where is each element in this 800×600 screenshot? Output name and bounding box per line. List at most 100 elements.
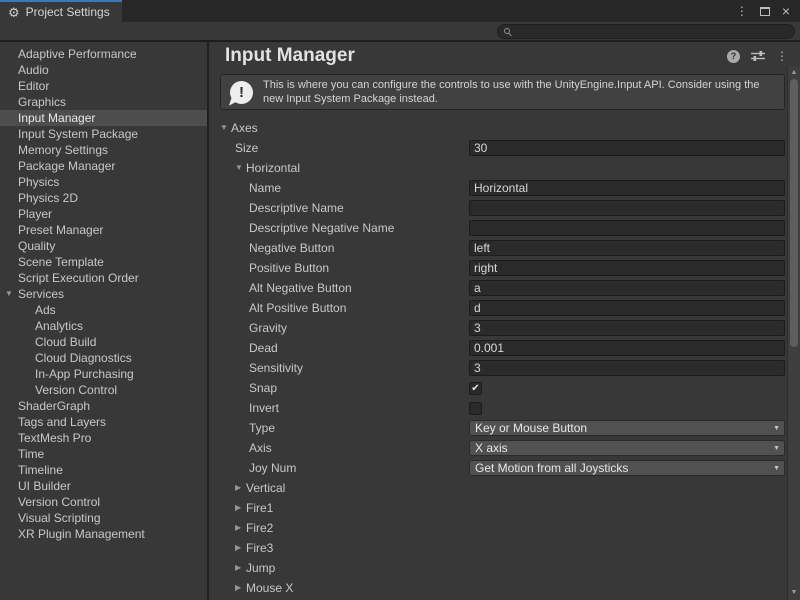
property-value xyxy=(469,300,785,316)
gravity-field[interactable] xyxy=(469,320,785,336)
sidebar-item-time[interactable]: Time xyxy=(0,446,207,462)
foldout-closed-icon[interactable]: ▶ xyxy=(235,524,246,532)
vertical-scrollbar[interactable]: ▲ ▼ xyxy=(787,66,800,600)
sidebar-item-graphics[interactable]: Graphics xyxy=(0,94,207,110)
sidebar-item-input-manager[interactable]: Input Manager xyxy=(0,110,207,126)
property-label: Dead xyxy=(249,341,469,355)
sidebar-item-label: Script Execution Order xyxy=(18,271,139,285)
size-field[interactable] xyxy=(469,140,785,156)
sidebar-item-adaptive-performance[interactable]: Adaptive Performance xyxy=(0,46,207,62)
positive-button-field[interactable] xyxy=(469,260,785,276)
foldout-closed-icon[interactable]: ▶ xyxy=(235,564,246,572)
window-controls: ⋮ × xyxy=(736,0,800,22)
scroll-up-icon[interactable]: ▲ xyxy=(788,67,800,79)
sidebar-item-visual-scripting[interactable]: Visual Scripting xyxy=(0,510,207,526)
axis-dropdown[interactable]: X axis▼ xyxy=(469,440,785,456)
sidebar-item-shadergraph[interactable]: ShaderGraph xyxy=(0,398,207,414)
sidebar-item-ui-builder[interactable]: UI Builder xyxy=(0,478,207,494)
sidebar-item-player[interactable]: Player xyxy=(0,206,207,222)
type-dropdown[interactable]: Key or Mouse Button▼ xyxy=(469,420,785,436)
sidebar-item-version-control[interactable]: Version Control xyxy=(0,494,207,510)
property-value: Get Motion from all Joysticks▼ xyxy=(469,460,785,476)
close-icon[interactable]: × xyxy=(782,4,790,18)
property-value: X axis▼ xyxy=(469,440,785,456)
foldout-open-icon[interactable]: ▼ xyxy=(5,286,13,302)
search-box[interactable] xyxy=(497,24,795,39)
foldout-open-icon[interactable]: ▼ xyxy=(220,124,231,132)
sidebar-item-cloud-diagnostics[interactable]: Cloud Diagnostics xyxy=(0,350,207,366)
property-label: Fire3 xyxy=(246,541,785,555)
property-value xyxy=(469,200,785,216)
property-label: Axis xyxy=(249,441,469,455)
property-row-alt-positive-button: Alt Positive Button xyxy=(209,298,787,318)
search-input[interactable] xyxy=(514,25,788,38)
sidebar-item-memory-settings[interactable]: Memory Settings xyxy=(0,142,207,158)
property-row-vertical[interactable]: ▶Vertical xyxy=(209,478,787,498)
sidebar-item-label: TextMesh Pro xyxy=(18,431,91,445)
sidebar-item-label: Scene Template xyxy=(18,255,104,269)
property-row-fire3[interactable]: ▶Fire3 xyxy=(209,538,787,558)
help-icon[interactable]: ? xyxy=(727,50,740,63)
alt-negative-button-field[interactable] xyxy=(469,280,785,296)
sidebar-item-physics-2d[interactable]: Physics 2D xyxy=(0,190,207,206)
tab-project-settings[interactable]: ⚙ Project Settings xyxy=(0,0,122,22)
property-row-fire2[interactable]: ▶Fire2 xyxy=(209,518,787,538)
property-label: Fire1 xyxy=(246,501,785,515)
panel-menu-icon[interactable]: ⋮ xyxy=(776,49,788,63)
sidebar-item-label: ShaderGraph xyxy=(18,399,90,413)
scrollbar-thumb[interactable] xyxy=(790,79,798,347)
settings-toolbar xyxy=(0,22,800,42)
property-row-axes[interactable]: ▼Axes xyxy=(209,118,787,138)
foldout-closed-icon[interactable]: ▶ xyxy=(235,544,246,552)
invert-checkbox[interactable] xyxy=(469,402,482,415)
sidebar-item-package-manager[interactable]: Package Manager xyxy=(0,158,207,174)
snap-checkbox[interactable]: ✔ xyxy=(469,382,482,395)
scroll-down-icon[interactable]: ▼ xyxy=(788,587,800,599)
project-settings-window: ⚙ Project Settings ⋮ × Adaptive Performa… xyxy=(0,0,800,600)
sidebar-item-editor[interactable]: Editor xyxy=(0,78,207,94)
window-menu-icon[interactable]: ⋮ xyxy=(736,5,748,17)
property-value xyxy=(469,360,785,376)
property-row-mouse-x[interactable]: ▶Mouse X xyxy=(209,578,787,598)
sidebar-item-services[interactable]: ▼ Services xyxy=(0,286,207,302)
maximize-icon[interactable] xyxy=(760,7,770,16)
sidebar-item-timeline[interactable]: Timeline xyxy=(0,462,207,478)
property-value xyxy=(469,180,785,196)
presets-icon[interactable] xyxy=(751,50,765,62)
name-field[interactable] xyxy=(469,180,785,196)
sidebar-item-quality[interactable]: Quality xyxy=(0,238,207,254)
sensitivity-field[interactable] xyxy=(469,360,785,376)
property-label: Descriptive Name xyxy=(249,201,469,215)
sidebar-item-textmesh-pro[interactable]: TextMesh Pro xyxy=(0,430,207,446)
sidebar-item-version-control[interactable]: Version Control xyxy=(0,382,207,398)
sidebar-item-in-app-purchasing[interactable]: In-App Purchasing xyxy=(0,366,207,382)
foldout-open-icon[interactable]: ▼ xyxy=(235,164,246,172)
sidebar-item-audio[interactable]: Audio xyxy=(0,62,207,78)
foldout-closed-icon[interactable]: ▶ xyxy=(235,584,246,592)
foldout-closed-icon[interactable]: ▶ xyxy=(235,504,246,512)
sidebar-item-xr-plugin-management[interactable]: XR Plugin Management xyxy=(0,526,207,542)
sidebar-item-scene-template[interactable]: Scene Template xyxy=(0,254,207,270)
sidebar-item-preset-manager[interactable]: Preset Manager xyxy=(0,222,207,238)
sidebar-item-tags-and-layers[interactable]: Tags and Layers xyxy=(0,414,207,430)
negative-button-field[interactable] xyxy=(469,240,785,256)
sidebar-item-analytics[interactable]: Analytics xyxy=(0,318,207,334)
property-row-fire1[interactable]: ▶Fire1 xyxy=(209,498,787,518)
sidebar-item-cloud-build[interactable]: Cloud Build xyxy=(0,334,207,350)
foldout-closed-icon[interactable]: ▶ xyxy=(235,484,246,492)
alt-positive-button-field[interactable] xyxy=(469,300,785,316)
dead-field[interactable] xyxy=(469,340,785,356)
sidebar-item-label: Tags and Layers xyxy=(18,415,106,429)
sidebar-item-physics[interactable]: Physics xyxy=(0,174,207,190)
descriptive-negative-name-field[interactable] xyxy=(469,220,785,236)
descriptive-name-field[interactable] xyxy=(469,200,785,216)
sidebar-item-ads[interactable]: Ads xyxy=(0,302,207,318)
property-row-jump[interactable]: ▶Jump xyxy=(209,558,787,578)
property-row-descriptive-name: Descriptive Name xyxy=(209,198,787,218)
sidebar-item-label: Services xyxy=(18,287,64,301)
property-row-gravity: Gravity xyxy=(209,318,787,338)
joy-num-dropdown[interactable]: Get Motion from all Joysticks▼ xyxy=(469,460,785,476)
property-row-horizontal[interactable]: ▼Horizontal xyxy=(209,158,787,178)
sidebar-item-input-system-package[interactable]: Input System Package xyxy=(0,126,207,142)
sidebar-item-script-execution-order[interactable]: Script Execution Order xyxy=(0,270,207,286)
